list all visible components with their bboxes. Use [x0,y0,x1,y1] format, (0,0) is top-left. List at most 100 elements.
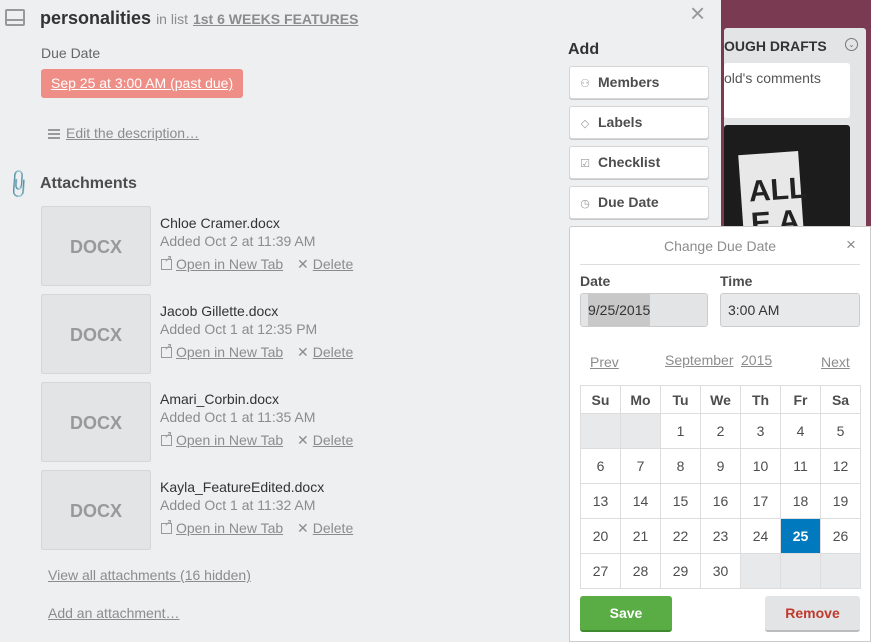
attachment-actions: Open in New Tab ✕Delete [161,430,353,449]
edit-description-link[interactable]: Edit the description… [48,125,199,141]
attachment-name: Jacob Gillette.docx [160,303,279,319]
calendar-day[interactable]: 17 [740,483,781,519]
calendar-day[interactable]: 10 [740,448,781,484]
external-link-icon [161,518,172,534]
calendar-day[interactable]: 14 [620,483,661,519]
calendar-day[interactable]: 3 [740,413,781,449]
external-link-icon [161,342,172,358]
calendar-day[interactable]: 16 [700,483,741,519]
next-month-link[interactable]: Next [821,354,850,370]
popover-title: Change Due Date [663,238,777,254]
prev-month-link[interactable]: Prev [590,354,619,370]
year-select[interactable]: 2015 [741,352,772,368]
calendar-day[interactable]: 23 [700,518,741,554]
calendar-body: 1 2 3 4 5 6 7 8 9 10 11 12 13 14 15 16 17 18 19 20 21 22 23 24 2… [580,413,861,589]
calendar-empty-cell [620,413,661,449]
calendar-week-row: 27 28 29 30 [580,553,861,589]
delete-attachment-link[interactable]: Delete [313,344,353,360]
open-in-new-tab-link[interactable]: Open in New Tab [176,256,283,272]
attachment-actions: Open in New Tab ✕Delete [161,254,353,273]
calendar-day-selected[interactable]: 25 [780,518,821,554]
calendar-day[interactable]: 27 [580,553,621,589]
calendar-week-row: 13 14 15 16 17 18 19 [580,483,861,519]
change-due-date-popover: Change Due Date × Date Time 9/25/2015 3:… [569,226,871,642]
attachment-name: Amari_Corbin.docx [160,391,280,407]
checkbox-icon: ☑ [580,158,590,170]
add-attachment-link[interactable]: Add an attachment… [48,605,180,621]
attachment-thumbnail[interactable]: DOCX [41,206,151,286]
calendar-day[interactable]: 5 [820,413,861,449]
attachment-thumbnail[interactable]: DOCX [41,470,151,550]
date-label: Date [580,273,611,289]
calendar-day[interactable]: 13 [580,483,621,519]
month-select[interactable]: September [665,352,733,368]
weekday-header-row: Su Mo Tu We Th Fr Sa [580,385,861,414]
delete-attachment-link[interactable]: Delete [313,256,353,272]
calendar-day[interactable]: 18 [780,483,821,519]
labels-button[interactable]: ◇ Labels [569,106,709,139]
due-date-button[interactable]: ◷ Due Date [569,186,709,219]
calendar-day[interactable]: 15 [660,483,701,519]
due-date-button-label: Due Date [598,194,659,210]
checklist-button[interactable]: ☑ Checklist [569,146,709,179]
delete-attachment-link[interactable]: Delete [313,432,353,448]
calendar-day[interactable]: 8 [660,448,701,484]
in-list-prefix: in list [156,11,188,27]
time-input-value: 3:00 AM [728,302,780,318]
calendar-day[interactable]: 30 [700,553,741,589]
close-icon[interactable]: × [846,235,856,255]
external-link-icon [161,430,172,446]
view-all-attachments-link[interactable]: View all attachments (16 hidden) [48,567,251,583]
calendar-empty-cell [820,553,861,589]
calendar-day[interactable]: 9 [700,448,741,484]
calendar-empty-cell [740,553,781,589]
calendar-day[interactable]: 11 [780,448,821,484]
calendar-day[interactable]: 29 [660,553,701,589]
calendar-week-row: 20 21 22 23 24 25 26 [580,518,861,554]
calendar-day[interactable]: 22 [660,518,701,554]
calendar-day[interactable]: 1 [660,413,701,449]
members-button[interactable]: ⚇ Members [569,66,709,99]
remove-button[interactable]: Remove [765,596,860,632]
open-in-new-tab-link[interactable]: Open in New Tab [176,520,283,536]
weekday-header: Tu [660,385,701,414]
checklist-button-label: Checklist [598,154,661,170]
delete-icon: ✕ [297,344,309,360]
calendar-day[interactable]: 7 [620,448,661,484]
calendar-day[interactable]: 4 [780,413,821,449]
attachment-actions: Open in New Tab ✕Delete [161,342,353,361]
due-date-badge[interactable]: Sep 25 at 3:00 AM (past due) [41,69,244,98]
attachment-thumbnail[interactable]: DOCX [41,294,151,374]
calendar-day[interactable]: 28 [620,553,661,589]
date-input[interactable]: 9/25/2015 [580,293,708,327]
save-button[interactable]: Save [580,596,672,632]
attachments-heading: Attachments [40,175,137,192]
weekday-header: Th [740,385,781,414]
calendar-day[interactable]: 24 [740,518,781,554]
calendar-day[interactable]: 21 [620,518,661,554]
card-title-block: personalities in list 1st 6 WEEKS FEATUR… [40,8,358,29]
attachment-actions: Open in New Tab ✕Delete [161,518,353,537]
calendar-empty-cell [780,553,821,589]
calendar-week-row: 12345 [580,413,861,449]
calendar-day[interactable]: 6 [580,448,621,484]
attachment-thumbnail[interactable]: DOCX [41,382,151,462]
time-input[interactable]: 3:00 AM [720,293,860,327]
labels-button-label: Labels [598,114,643,130]
calendar-day[interactable]: 12 [820,448,861,484]
delete-attachment-link[interactable]: Delete [313,520,353,536]
calendar-day[interactable]: 26 [820,518,861,554]
open-in-new-tab-link[interactable]: Open in New Tab [176,344,283,360]
card-title[interactable]: personalities [40,8,151,28]
weekday-header: We [700,385,741,414]
calendar-day[interactable]: 2 [700,413,741,449]
calendar-day[interactable]: 19 [820,483,861,519]
open-in-new-tab-link[interactable]: Open in New Tab [176,432,283,448]
list-name-link[interactable]: 1st 6 WEEKS FEATURES [193,11,358,27]
members-button-label: Members [598,74,660,90]
calendar-grid: Su Mo Tu We Th Fr Sa 1 2 3 4 5 6 7 8 9 10 11 12 13 14 15 16 17… [580,385,861,589]
time-label: Time [720,273,753,289]
attachment-added-date: Added Oct 1 at 11:35 AM [160,409,316,425]
calendar-day[interactable]: 20 [580,518,621,554]
close-icon[interactable]: × [690,0,705,29]
